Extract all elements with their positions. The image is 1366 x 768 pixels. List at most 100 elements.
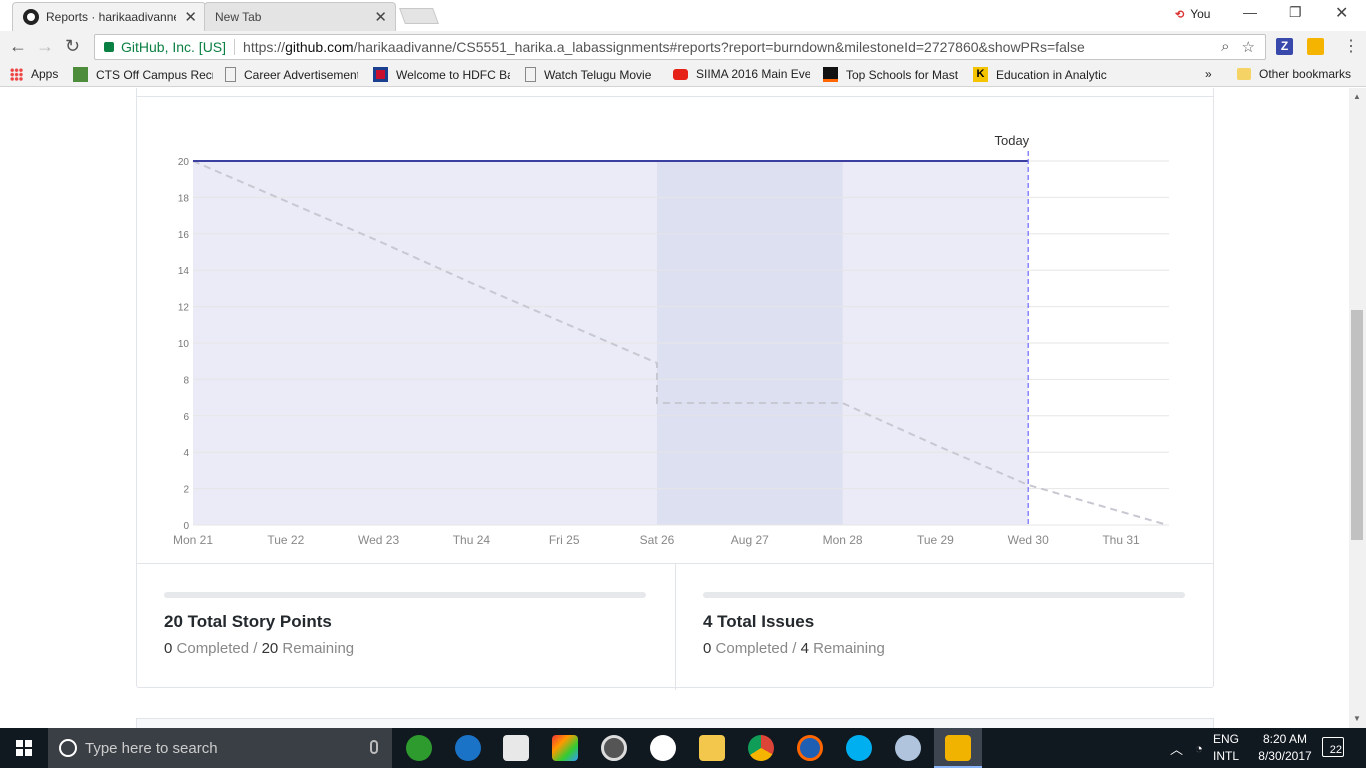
skype-icon[interactable] [846, 735, 872, 761]
microphone-icon[interactable] [370, 740, 378, 754]
x-tick-label: Thu 24 [453, 533, 491, 547]
url-host: github.com [285, 39, 354, 55]
file-explorer-icon[interactable] [699, 735, 725, 761]
bookmarks-bar: Apps CTS Off Campus Recr Career Advertis… [0, 63, 1366, 87]
x-tick-label: Tue 29 [917, 533, 954, 547]
taskbar-search[interactable]: Type here to search [48, 728, 392, 768]
back-icon[interactable]: ← [9, 36, 27, 57]
story-points-title: 20 Total Story Points [164, 612, 332, 631]
issues-title: 4 Total Issues [703, 612, 815, 631]
menu-icon[interactable]: ⋮ [1343, 36, 1359, 56]
edge-icon[interactable] [455, 735, 481, 761]
y-tick-label: 16 [178, 230, 190, 241]
paint-app-icon[interactable] [552, 735, 578, 761]
wifi-icon[interactable]: ◔ [1195, 728, 1203, 768]
x-tick-label: Tue 22 [267, 533, 304, 547]
close-window-icon[interactable]: ✕ [1335, 3, 1348, 23]
bookmark-label: Watch Telugu Movie [544, 67, 652, 82]
clock-date: 8/30/2017 [1258, 749, 1312, 763]
y-tick-label: 0 [183, 521, 189, 532]
bookmark-label: SIIMA 2016 Main Eve [696, 67, 810, 81]
bookmark-label: Apps [31, 67, 59, 81]
today-label: Today [994, 133, 1029, 148]
scroll-thumb[interactable] [1351, 310, 1363, 540]
remaining-label: Remaining [813, 640, 885, 657]
page-content: 0 2 4 6 8 10 12 14 16 18 20 Mon 21 Tue 22 Wed 23 Thu 2… [0, 88, 1366, 728]
y-tick-label: 8 [183, 375, 189, 386]
tab-title: New Tab [215, 10, 262, 24]
close-tab-icon[interactable]: ✕ [374, 8, 387, 26]
show-hidden-icons[interactable]: ︿ [1170, 728, 1183, 768]
x-tick-label: Wed 23 [358, 533, 399, 547]
bookmark-item[interactable]: Top Schools for Mast [823, 67, 959, 82]
bookmark-item[interactable]: Welcome to HDFC Ba [373, 67, 510, 82]
remaining-value: 4 [800, 640, 809, 657]
overflow-label: » [1205, 67, 1212, 81]
sticky-app-icon[interactable] [945, 735, 971, 761]
x-tick-label: Wed 30 [1008, 533, 1049, 547]
scroll-down-icon[interactable]: ▼ [1353, 714, 1361, 723]
other-bookmarks-folder[interactable]: Other bookmarks [1237, 67, 1351, 81]
bookmark-item[interactable]: K Education in Analytic [973, 67, 1111, 82]
checklist-icon [73, 67, 88, 82]
bookmarks-overflow-button[interactable]: » [1205, 67, 1212, 81]
bookmark-label: Welcome to HDFC Ba [396, 67, 510, 82]
issues-summary: 0 Completed / 4 Remaining [703, 640, 885, 657]
address-bar[interactable]: GitHub, Inc. [US] https://github.com/har… [94, 34, 1266, 60]
profile-button[interactable]: ⟲ You [1175, 7, 1210, 21]
wave-icon [823, 67, 838, 82]
start-button[interactable] [0, 728, 48, 768]
firefox-icon[interactable] [797, 735, 823, 761]
forward-icon[interactable]: → [36, 36, 54, 57]
completed-label: Completed / [715, 640, 797, 657]
youtube-icon [673, 68, 688, 80]
remaining-label: Remaining [282, 640, 355, 657]
store-icon[interactable] [503, 735, 529, 761]
chrome-icon[interactable] [748, 735, 774, 761]
tab-new-tab[interactable]: New Tab ✕ [204, 2, 396, 31]
url-path: /harikaadivanne/CS5551_harika.a_labassig… [353, 39, 1085, 55]
tab-title: Reports · harikaadivanne [46, 10, 176, 24]
bookmark-star-icon[interactable]: ☆ [1242, 38, 1255, 56]
clock-time: 8:20 AM [1262, 732, 1308, 746]
utorrent-icon[interactable] [406, 735, 432, 761]
camera-icon[interactable] [601, 735, 627, 761]
security-label: GitHub, Inc. [US] [121, 39, 227, 55]
x-tick-label: Fri 25 [549, 533, 580, 547]
hp-icon[interactable] [650, 735, 676, 761]
completed-value: 0 [164, 640, 173, 657]
browser-tab-strip: Reports · harikaadivanne ✕ New Tab ✕ ⟲ Y… [0, 0, 1366, 31]
x-tick-label: Mon 21 [173, 533, 213, 547]
action-center-icon[interactable]: 22 [1322, 737, 1344, 757]
scroll-up-icon[interactable]: ▲ [1353, 92, 1361, 101]
remaining-value: 20 [261, 640, 279, 657]
bookmark-item[interactable]: Career Advertisement [225, 67, 358, 82]
close-tab-icon[interactable]: ✕ [184, 8, 197, 26]
bookmark-item[interactable]: CTS Off Campus Recr [73, 67, 213, 82]
apps-grid-icon [10, 67, 23, 81]
page-scrollbar[interactable]: ▲ ▼ [1349, 88, 1366, 728]
extension-icon[interactable] [1307, 38, 1324, 55]
zoom-icon[interactable]: ⌕ [1221, 38, 1229, 56]
bookmark-apps[interactable]: Apps [10, 67, 70, 81]
new-tab-button[interactable] [399, 8, 439, 24]
bookmark-item[interactable]: Watch Telugu Movie [525, 67, 660, 82]
tab-reports[interactable]: Reports · harikaadivanne ✕ [12, 2, 206, 31]
reload-icon[interactable]: ↻ [65, 36, 80, 57]
windows-taskbar: Type here to search ︿ ◔ ENG INTL 8:20 AM… [0, 728, 1366, 768]
x-tick-label: Aug 27 [731, 533, 769, 547]
paint-palette-icon[interactable] [895, 735, 921, 761]
zotero-extension-icon[interactable]: Z [1276, 38, 1293, 55]
language-indicator[interactable]: ENG INTL [1206, 731, 1246, 765]
browser-toolbar: ← → ↻ GitHub, Inc. [US] https://github.c… [0, 31, 1366, 63]
bookmark-label: CTS Off Campus Recr [96, 67, 213, 82]
k-icon: K [973, 67, 988, 82]
bookmark-item[interactable]: SIIMA 2016 Main Eve [673, 67, 810, 81]
story-points-progress-bar [164, 592, 646, 598]
system-clock[interactable]: 8:20 AM 8/30/2017 [1252, 731, 1318, 765]
windows-logo-icon [16, 740, 32, 756]
burndown-card: 0 2 4 6 8 10 12 14 16 18 20 Mon 21 Tue 22 Wed 23 Thu 2… [136, 88, 1214, 690]
restore-icon[interactable]: ❐ [1289, 4, 1302, 21]
minimize-icon[interactable]: ― [1243, 4, 1257, 20]
y-tick-label: 12 [178, 303, 190, 314]
